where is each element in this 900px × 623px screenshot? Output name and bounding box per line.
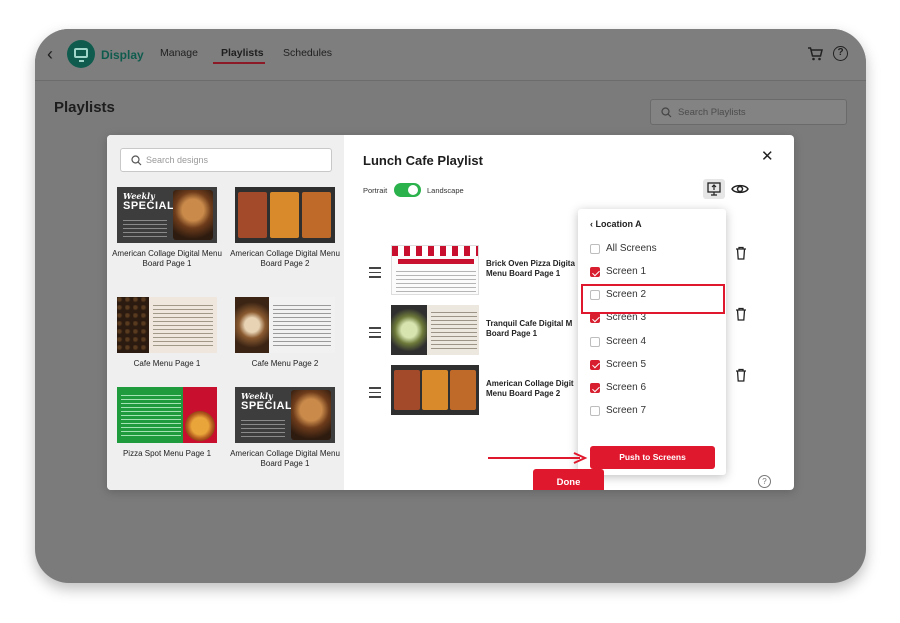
drag-handle-icon[interactable] [369,327,381,341]
drag-handle-icon[interactable] [369,387,381,401]
playlist-item-title: Brick Oven Pizza Digita Menu Board Page … [486,259,575,278]
page-title: Playlists [54,99,115,116]
checkbox-label: All Screens [606,243,657,254]
checkbox[interactable] [590,336,600,347]
search-icon [661,107,672,118]
checkbox[interactable] [590,383,600,393]
design-search-placeholder: Search designs [146,155,209,165]
orientation-toggle[interactable] [394,183,421,197]
design-label: American Collage Digital Menu Board Page… [230,249,340,268]
done-button[interactable]: Done [533,469,604,490]
nav-active-indicator [213,62,265,64]
design-thumbnail[interactable] [117,297,217,353]
design-thumbnail[interactable]: Weekly SPECIALS [235,387,335,443]
screen-checkbox-item[interactable]: Screen 4 [590,334,716,350]
screen-checkbox-item[interactable]: Screen 5 [590,357,716,373]
design-thumbnail[interactable] [235,297,335,353]
search-icon [131,155,142,166]
design-label: American Collage Digital Menu Board Page… [230,449,340,468]
push-to-screens-button[interactable]: Push to Screens [590,446,715,469]
nav-manage[interactable]: Manage [160,47,198,59]
pointer-arrow-icon [488,452,588,464]
checkbox[interactable] [590,244,600,254]
playlist-item-title: Tranquil Cafe Digital M Board Page 1 [486,319,573,338]
brand-name: Display [101,48,144,62]
all-screens-checkbox[interactable]: All Screens [590,241,716,257]
location-back-button[interactable]: ‹ Location A [590,219,642,229]
design-thumbnail[interactable] [117,387,217,443]
design-label: Cafe Menu Page 2 [251,359,319,368]
playlist-modal: Search designs Weekly SPECIALS American … [107,135,794,490]
drag-handle-icon[interactable] [369,267,381,281]
checkbox-label: Screen 5 [606,358,647,370]
help-icon[interactable]: ? [833,46,848,61]
playlist-item-title: American Collage Digit Menu Board Page 2 [486,379,574,398]
trash-icon[interactable] [735,246,747,260]
portrait-label: Portrait [363,186,388,195]
design-thumbnail[interactable]: Weekly SPECIALS [117,187,217,243]
close-icon[interactable]: ✕ [761,149,774,165]
checkbox-label: Screen 6 [606,382,647,393]
design-label: Pizza Spot Menu Page 1 [122,449,212,458]
location-name: Location A [595,219,642,229]
checkbox[interactable] [590,359,600,370]
screen-checkbox-item[interactable]: Screen 1 [590,264,716,280]
display-logo-icon [67,40,95,68]
preview-eye-icon[interactable] [731,182,749,196]
playlist-title: Lunch Cafe Playlist [363,153,483,168]
app-window: ‹ Display Manage Playlists Schedules ? P… [35,29,866,583]
screen-1-highlight [581,284,725,314]
push-to-screen-icon[interactable] [703,179,725,199]
screen-checkbox-item[interactable]: Screen 7 [590,403,716,419]
screen-selector-dropdown: ‹ Location A All Screens Screen 1 Screen … [578,209,726,475]
top-bar: ‹ Display Manage Playlists Schedules ? [35,29,866,81]
design-label: American Collage Digital Menu Board Page… [112,249,222,268]
cart-icon[interactable] [807,46,823,62]
checkbox[interactable] [590,406,600,417]
playlist-item-thumbnail [391,305,479,355]
checkbox-label: Screen 4 [606,335,647,347]
checkbox[interactable] [590,313,600,324]
design-library-panel: Search designs Weekly SPECIALS American … [107,135,344,490]
landscape-label: Landscape [427,186,464,195]
checkbox-label: Screen 3 [606,312,647,324]
trash-icon[interactable] [735,368,747,382]
nav-schedules[interactable]: Schedules [283,47,332,59]
playlist-item-thumbnail [391,365,479,415]
nav-playlists[interactable]: Playlists [221,47,264,59]
search-placeholder: Search Playlists [678,107,746,118]
design-search-input[interactable]: Search designs [120,148,332,172]
design-label: Cafe Menu Page 1 [133,359,201,368]
help-icon[interactable]: ? [758,475,771,488]
trash-icon[interactable] [735,307,747,321]
design-thumbnail[interactable] [235,187,335,243]
screen-checkbox-item[interactable]: Screen 6 [590,380,716,396]
playlist-item-thumbnail [391,245,479,295]
checkbox-label: Screen 1 [606,266,647,277]
back-arrow-icon[interactable]: ‹ [47,44,63,64]
checkbox[interactable] [590,267,600,277]
playlist-search-input[interactable]: Search Playlists [650,99,847,125]
checkbox-label: Screen 7 [606,405,647,417]
